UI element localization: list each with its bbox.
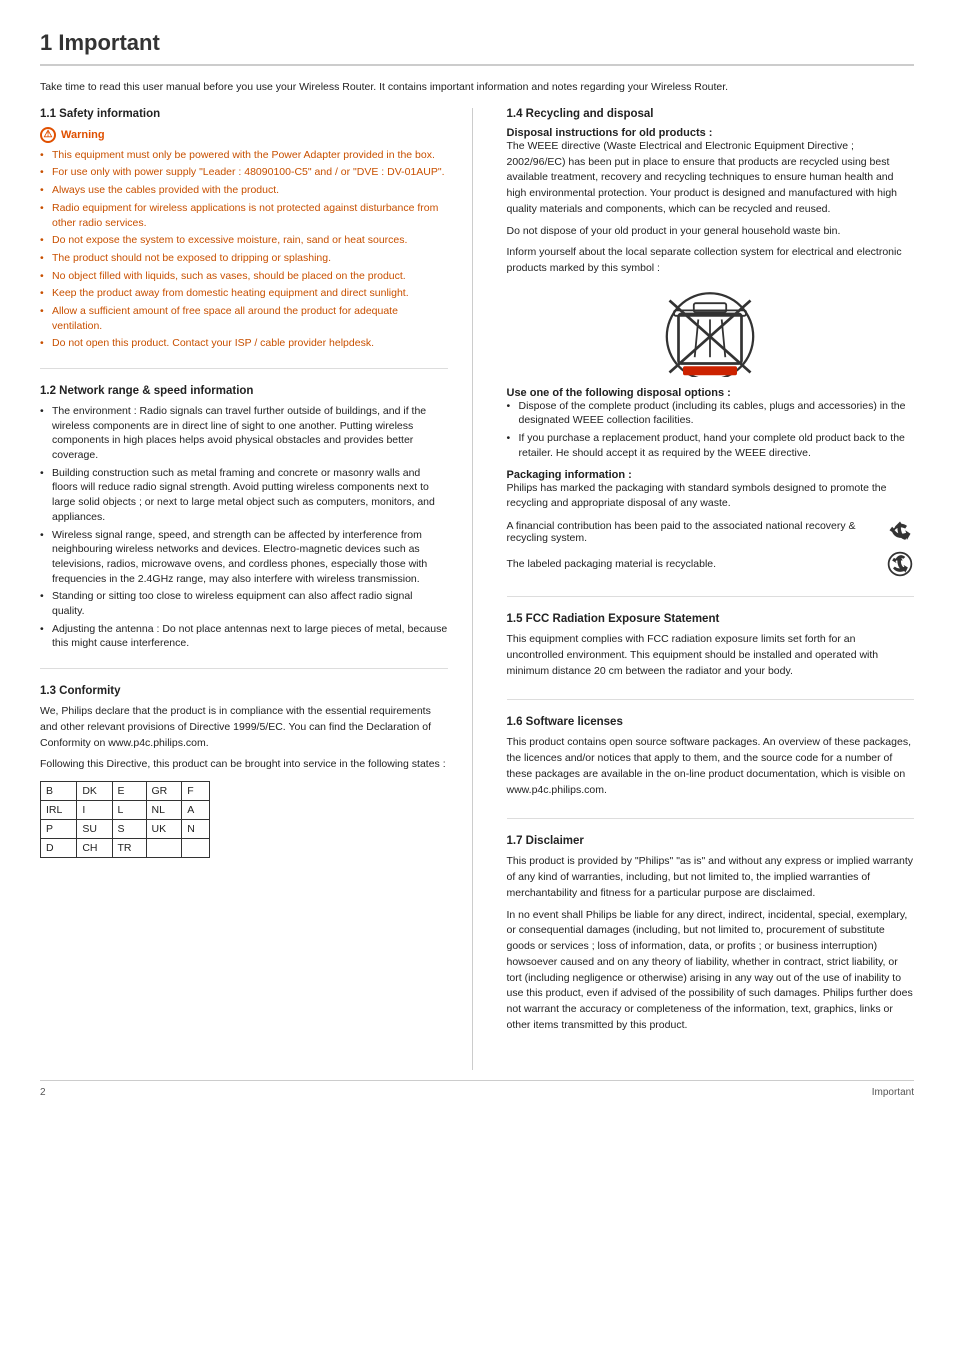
table-cell: SU	[77, 820, 112, 839]
recycling-row2: The labeled packaging material is recycl…	[507, 550, 915, 578]
footer-label: Important	[872, 1087, 914, 1098]
table-cell: TR	[112, 839, 146, 858]
table-cell: B	[41, 782, 77, 801]
disposal-para: The WEEE directive (Waste Electrical and…	[507, 139, 915, 218]
footer-page-number: 2	[40, 1087, 46, 1098]
list-item: The environment : Radio signals can trav…	[40, 404, 448, 463]
table-row: IRL I L NL A	[41, 801, 210, 820]
recyclable-label-icon	[886, 550, 914, 578]
section-safety-title: 1.1 Safety information	[40, 108, 448, 120]
footer: 2 Important	[40, 1080, 914, 1098]
page-title: 1 Important	[40, 30, 914, 66]
list-item: Radio equipment for wireless application…	[40, 201, 448, 230]
table-cell: IRL	[41, 801, 77, 820]
weee-symbol	[650, 287, 770, 377]
table-cell: A	[182, 801, 210, 820]
table-cell: S	[112, 820, 146, 839]
disclaimer-para2: In no event shall Philips be liable for …	[507, 908, 915, 1034]
table-cell: N	[182, 820, 210, 839]
intro-text: Take time to read this user manual befor…	[40, 80, 914, 96]
section-fcc: 1.5 FCC Radiation Exposure Statement Thi…	[507, 613, 915, 700]
list-item: Standing or sitting too close to wireles…	[40, 589, 448, 618]
table-row: P SU S UK N	[41, 820, 210, 839]
list-item: No object filled with liquids, such as v…	[40, 269, 448, 284]
table-cell: UK	[146, 820, 182, 839]
list-item: This equipment must only be powered with…	[40, 148, 448, 163]
section-disclaimer-title: 1.7 Disclaimer	[507, 835, 915, 847]
table-row: D CH TR	[41, 839, 210, 858]
section-safety: 1.1 Safety information ⚠ Warning This eq…	[40, 108, 448, 369]
network-list: The environment : Radio signals can trav…	[40, 404, 448, 651]
list-item: Always use the cables provided with the …	[40, 183, 448, 198]
table-cell: E	[112, 782, 146, 801]
section-network: 1.2 Network range & speed information Th…	[40, 385, 448, 669]
packaging-para3: The labeled packaging material is recycl…	[507, 558, 877, 570]
list-item: The product should not be exposed to dri…	[40, 251, 448, 266]
list-item: Wireless signal range, speed, and streng…	[40, 528, 448, 587]
disposal-para2: Do not dispose of your old product in yo…	[507, 224, 915, 240]
section-conformity-title: 1.3 Conformity	[40, 685, 448, 697]
section-disclaimer: 1.7 Disclaimer This product is provided …	[507, 835, 915, 1053]
table-cell: CH	[77, 839, 112, 858]
use-one-title: Use one of the following disposal option…	[507, 387, 915, 399]
section-conformity: 1.3 Conformity We, Philips declare that …	[40, 685, 448, 872]
disposal-title: Disposal instructions for old products :	[507, 127, 915, 139]
warning-icon: ⚠	[40, 127, 56, 143]
disclaimer-para1: This product is provided by "Philips" "a…	[507, 854, 915, 901]
list-item: Keep the product away from domestic heat…	[40, 286, 448, 301]
table-cell: D	[41, 839, 77, 858]
table-cell: DK	[77, 782, 112, 801]
conformity-para2: Following this Directive, this product c…	[40, 757, 448, 773]
fcc-para: This equipment complies with FCC radiati…	[507, 632, 915, 679]
packaging-title: Packaging information :	[507, 469, 915, 481]
list-item: For use only with power supply "Leader :…	[40, 165, 448, 180]
section-recycling: 1.4 Recycling and disposal Disposal inst…	[507, 108, 915, 597]
table-cell: GR	[146, 782, 182, 801]
software-para: This product contains open source softwa…	[507, 735, 915, 798]
section-fcc-title: 1.5 FCC Radiation Exposure Statement	[507, 613, 915, 625]
warning-list: This equipment must only be powered with…	[40, 148, 448, 351]
list-item: Allow a sufficient amount of free space …	[40, 304, 448, 333]
list-item: Adjusting the antenna : Do not place ant…	[40, 622, 448, 651]
section-network-title: 1.2 Network range & speed information	[40, 385, 448, 397]
list-item: Dispose of the complete product (includi…	[507, 399, 915, 428]
list-item: If you purchase a replacement product, h…	[507, 431, 915, 460]
recycling-icon-arrows	[886, 518, 914, 546]
table-row: B DK E GR F	[41, 782, 210, 801]
recycling-row1: A financial contribution has been paid t…	[507, 518, 915, 546]
table-cell	[182, 839, 210, 858]
section-software: 1.6 Software licenses This product conta…	[507, 716, 915, 819]
packaging-para1: Philips has marked the packaging with st…	[507, 481, 915, 513]
country-table: B DK E GR F IRL I L NL A P	[40, 781, 210, 858]
table-cell: NL	[146, 801, 182, 820]
table-cell	[146, 839, 182, 858]
disposal-para3: Inform yourself about the local separate…	[507, 245, 915, 277]
conformity-para1: We, Philips declare that the product is …	[40, 704, 448, 751]
packaging-para2: A financial contribution has been paid t…	[507, 520, 877, 544]
table-cell: I	[77, 801, 112, 820]
section-recycling-title: 1.4 Recycling and disposal	[507, 108, 915, 120]
table-cell: F	[182, 782, 210, 801]
warning-label: Warning	[61, 129, 105, 141]
list-item: Do not expose the system to excessive mo…	[40, 233, 448, 248]
table-cell: P	[41, 820, 77, 839]
warning-header: ⚠ Warning	[40, 127, 448, 143]
table-cell: L	[112, 801, 146, 820]
list-item: Do not open this product. Contact your I…	[40, 336, 448, 351]
disposal-options-list: Dispose of the complete product (includi…	[507, 399, 915, 461]
list-item: Building construction such as metal fram…	[40, 466, 448, 525]
section-software-title: 1.6 Software licenses	[507, 716, 915, 728]
